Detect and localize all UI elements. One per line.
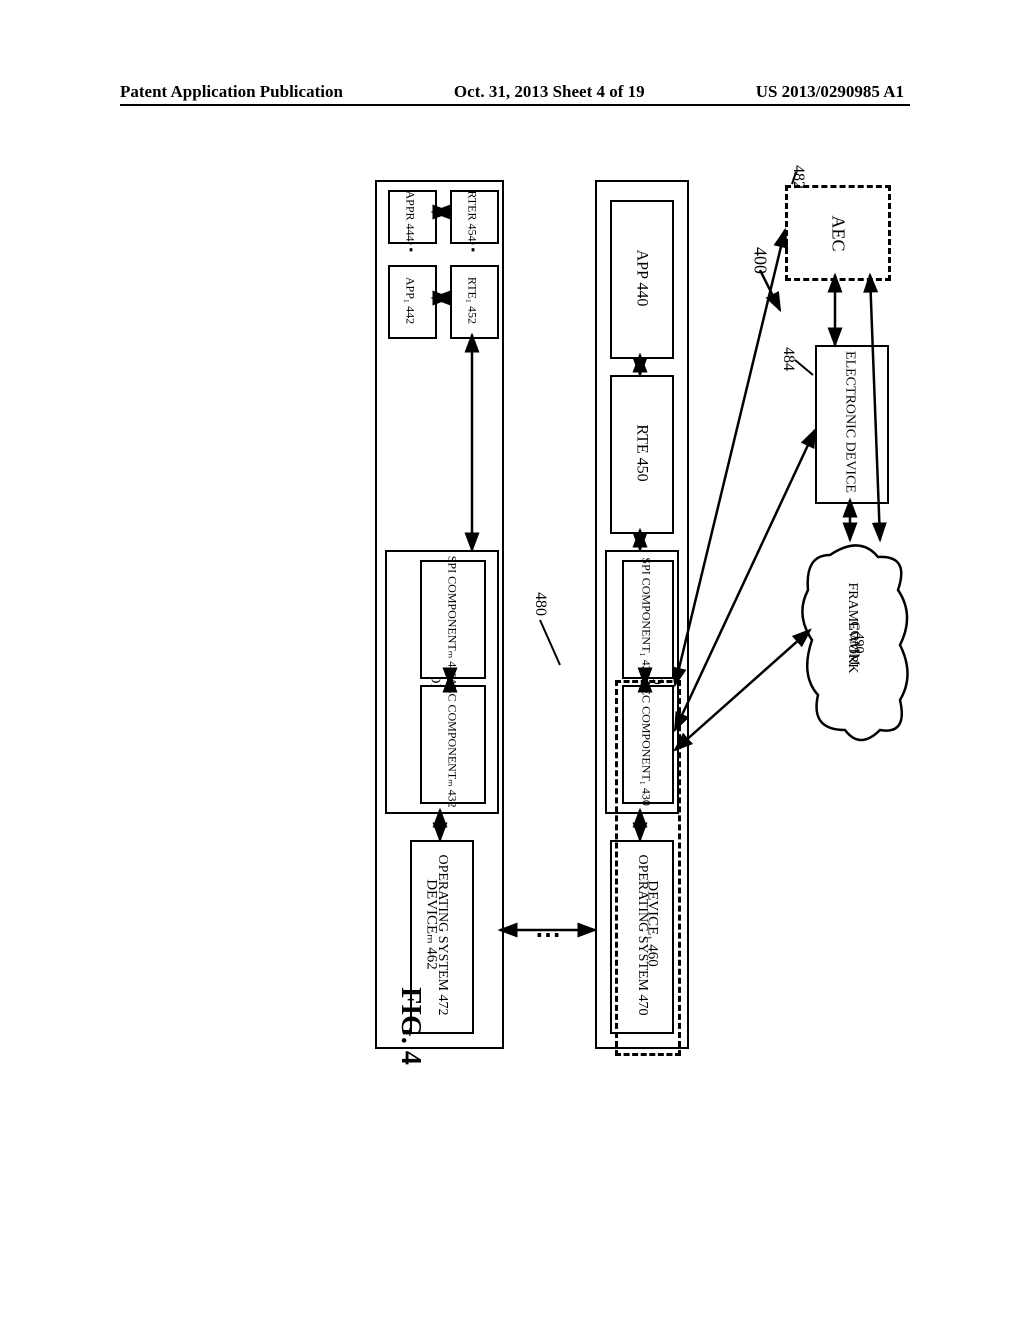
- dashed-envelope-480: [615, 680, 681, 1056]
- electronic-device-box: ELECTRONIC DEVICE: [815, 345, 889, 504]
- ref-484: 484: [779, 339, 797, 379]
- diagram-arrows: [120, 150, 910, 1050]
- lead-480: [120, 150, 910, 1050]
- ref-482: 482: [789, 157, 807, 197]
- aec-482-box: AEC: [785, 185, 891, 281]
- device1-spi: SPI COMPONENT₁ 420: [622, 560, 674, 679]
- deviceM-aec: AEC COMPONENTₘ 432: [420, 685, 486, 804]
- deviceM-appR-label: APPR 444: [403, 191, 418, 241]
- deviceM-app1-label: APP₁ 442: [403, 266, 418, 336]
- deviceM-spi-label: SPI COMPONENTₘ 422: [445, 553, 460, 683]
- device1-spi-label: SPI COMPONENT₁ 420: [639, 553, 654, 683]
- deviceM-rte1-label: RTE₁ 452: [465, 266, 480, 336]
- deviceM-rteR: RTER 454: [450, 190, 499, 244]
- figure-diagram: 400 APP 440 RTE 450 AEE COMPONENT₁ 410: [120, 150, 910, 1050]
- ref-400: 400: [750, 241, 771, 281]
- comm-framework-l3: 490: [850, 623, 866, 663]
- header-left: Patent Application Publication: [120, 82, 343, 102]
- deviceM-app1: APP₁ 442: [388, 265, 437, 339]
- header-right: US 2013/0290985 A1: [756, 82, 904, 102]
- deviceM-aec-label: AEC COMPONENTₘ 432: [445, 678, 460, 808]
- device1-app: APP 440: [610, 200, 674, 359]
- deviceM-rteR-label: RTER 454: [465, 191, 480, 241]
- figure-caption: FIG. 4: [394, 966, 426, 1086]
- ref-480: 480: [531, 584, 549, 624]
- lead-484: [120, 150, 910, 1050]
- aec-482-label: AEC: [828, 189, 849, 279]
- header-center: Oct. 31, 2013 Sheet 4 of 19: [454, 82, 645, 102]
- lead-482: [120, 150, 910, 1050]
- device1-rte: RTE 450: [610, 375, 674, 534]
- devices-ellipsis: ⋯: [535, 920, 559, 950]
- page-header: Patent Application Publication Oct. 31, …: [0, 82, 1024, 102]
- deviceM-appR: APPR 444: [388, 190, 437, 244]
- electronic-device-label: ELECTRONIC DEVICE: [842, 345, 858, 500]
- patent-page: Patent Application Publication Oct. 31, …: [0, 0, 1024, 1320]
- header-rule: [120, 104, 910, 106]
- device1-app-label: APP 440: [633, 201, 651, 356]
- deviceM-rte1: RTE₁ 452: [450, 265, 499, 339]
- deviceM-spi: SPI COMPONENTₘ 422: [420, 560, 486, 679]
- device1-rte-label: RTE 450: [633, 376, 651, 531]
- arrow-400: [120, 150, 910, 1050]
